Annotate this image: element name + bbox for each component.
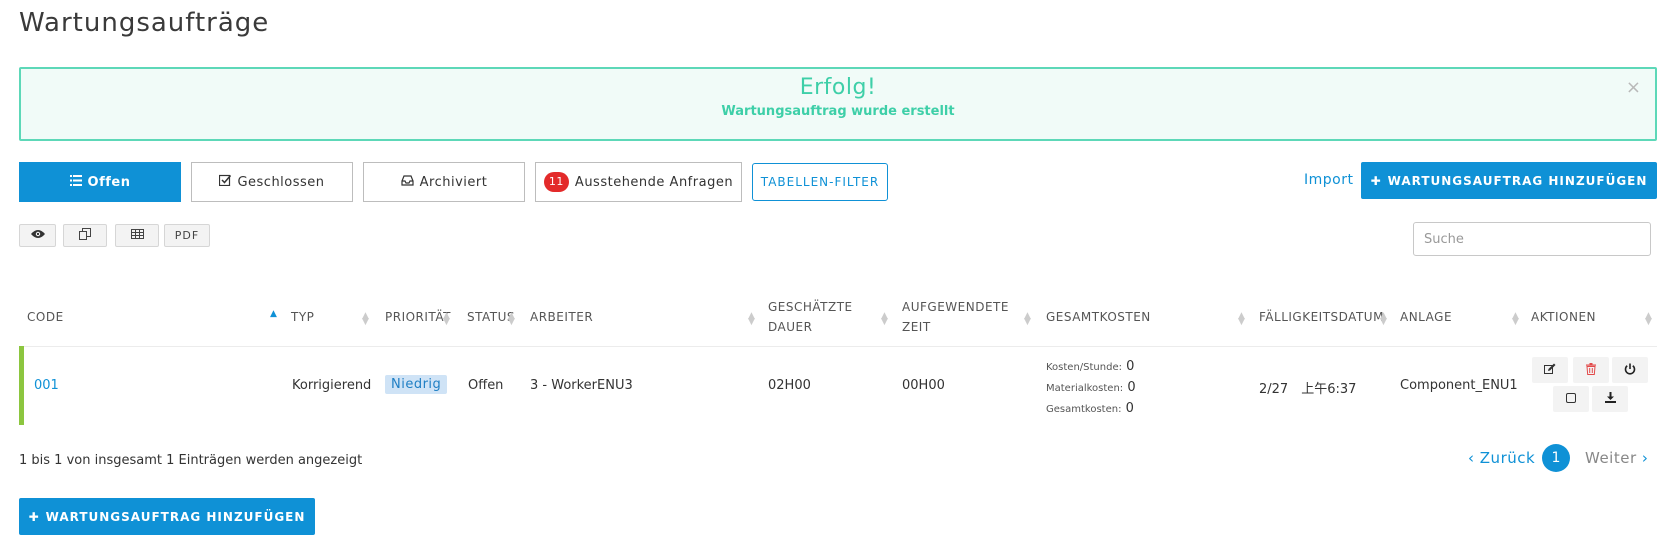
column-header-asset[interactable]: ANLAGE [1400,307,1452,327]
pagination-previous-label: Zurück [1479,449,1536,467]
success-alert: Erfolg! Wartungsauftrag wurde erstellt × [19,67,1657,141]
sort-icon[interactable]: ▲ ▼ [1238,312,1245,327]
pagination-page-1[interactable]: 1 [1542,444,1570,472]
tab-pending-label: Ausstehende Anfragen [574,174,734,190]
cell-worker: 3 - WorkerENU3 [530,378,633,393]
column-header-code[interactable]: CODE [27,307,64,327]
table-filter-button[interactable]: TABELLEN-FILTER [752,163,888,201]
plus-icon: ✚ [1370,173,1382,188]
edit-button[interactable] [1532,357,1568,383]
eye-icon [30,229,46,242]
cost-label: Gesamtkosten: [1046,404,1122,415]
add-work-order-label: WARTUNGSAUFTRAG HINZUFÜGEN [45,509,306,524]
sort-icon[interactable]: ▲ ▼ [1512,312,1519,327]
cell-spent-time: 00H00 [902,378,945,393]
column-header-priority[interactable]: PRIORITÄT [385,307,451,327]
column-header-due-date[interactable]: FÄLLIGKEITSDATUM [1259,307,1384,327]
cost-value: 0 [1126,359,1135,374]
plus-icon: ✚ [28,509,40,524]
edit-icon [1544,363,1556,378]
priority-badge: Niedrig [385,375,448,394]
column-header-actions: AKTIONEN [1531,310,1596,324]
work-order-code-link[interactable]: 001 [34,378,59,393]
sort-icon[interactable]: ▲ ▼ [1380,312,1387,327]
table-info-text: 1 bis 1 von insgesamt 1 Einträgen werden… [19,453,363,468]
cost-line: Gesamtkosten: 0 [1046,399,1136,420]
tab-closed-label: Geschlossen [237,174,325,190]
download-icon [1604,392,1616,406]
sort-icon[interactable]: ▲ ▼ [748,312,755,327]
header-line: DAUER [768,320,813,334]
sort-icon[interactable]: ▲ ▼ [881,312,888,327]
pending-count-badge: 11 [543,172,569,192]
add-work-order-label: WARTUNGSAUFTRAG HINZUFÜGEN [1387,173,1648,188]
pagination-previous[interactable]: ‹ Zurück [1468,449,1535,467]
cell-type: Korrigierend [292,378,372,393]
table-icon [130,229,144,242]
sort-icon[interactable]: ▲ ▼ [443,312,450,327]
close-order-button[interactable] [1612,357,1648,383]
pagination-next[interactable]: Weiter › [1585,449,1648,467]
search-input[interactable] [1413,222,1651,256]
trash-icon [1586,362,1596,378]
pagination-next-label: Weiter [1585,449,1637,467]
copy-button[interactable] [63,224,107,247]
cell-priority: Niedrig [385,375,448,394]
header-line: GESCHÄTZTE [768,300,853,314]
column-header-estimated-duration[interactable]: GESCHÄTZTE DAUER [768,297,853,337]
sort-icon[interactable]: ▲ ▼ [1024,312,1031,327]
alert-message: Wartungsauftrag wurde erstellt [721,104,955,119]
cell-asset: Component_ENU1 [1400,378,1518,393]
cost-line: Materialkosten: 0 [1046,378,1136,399]
status-color-bar [19,346,24,425]
tab-open-label: Offen [87,174,131,190]
cost-value: 0 [1125,401,1134,416]
chevron-left-icon: ‹ [1468,449,1475,467]
cost-value: 0 [1127,380,1136,395]
check-square-icon [219,174,232,190]
tab-pending-requests[interactable]: 11 Ausstehende Anfragen [535,162,742,202]
power-icon [1624,363,1636,378]
add-work-order-button[interactable]: ✚ WARTUNGSAUFTRAG HINZUFÜGEN [1361,162,1657,199]
cost-label: Materialkosten: [1046,383,1124,394]
alert-title: Erfolg! [799,75,877,100]
sort-asc-icon[interactable]: ▲ [270,310,277,319]
tab-open[interactable]: Offen [19,162,181,202]
inbox-icon [401,174,414,190]
csv-export-button[interactable] [115,224,159,247]
delete-button[interactable] [1573,357,1609,383]
sort-icon[interactable]: ▲ ▼ [362,312,369,327]
sort-icon[interactable]: ▲ ▼ [1645,312,1652,327]
tab-closed[interactable]: Geschlossen [191,162,353,202]
close-icon[interactable]: × [1626,77,1641,98]
archive-button[interactable] [1553,386,1589,412]
header-line: ZEIT [902,320,931,334]
cost-line: Kosten/Stunde: 0 [1046,357,1136,378]
column-visibility-button[interactable] [19,224,56,247]
cell-total-cost: Kosten/Stunde: 0 Materialkosten: 0 Gesam… [1046,357,1136,420]
cell-due-date: 2/27 上午6:37 [1259,382,1357,397]
list-icon [69,174,82,190]
cell-status: Offen [468,378,504,393]
import-link[interactable]: Import [1304,172,1353,188]
page-title: Wartungsaufträge [19,8,270,38]
chevron-right-icon: › [1641,449,1649,467]
column-header-spent-time[interactable]: AUFGEWENDETE ZEIT [902,297,1009,337]
add-work-order-bottom-button[interactable]: ✚ WARTUNGSAUFTRAG HINZUFÜGEN [19,498,315,535]
copy-icon [79,228,91,243]
header-line: AUFGEWENDETE [902,300,1009,314]
column-header-total-cost[interactable]: GESAMTKOSTEN [1046,307,1151,327]
square-icon [1566,392,1576,406]
pdf-export-button[interactable]: PDF [164,224,210,247]
header-divider [19,346,1657,347]
download-button[interactable] [1592,386,1628,412]
column-header-worker[interactable]: ARBEITER [530,307,593,327]
sort-icon[interactable]: ▲ ▼ [508,312,515,327]
tab-archived-label: Archiviert [419,174,488,190]
cost-label: Kosten/Stunde: [1046,362,1122,373]
cell-estimated-duration: 02H00 [768,378,811,393]
column-header-type[interactable]: TYP [291,307,314,327]
tab-archived[interactable]: Archiviert [363,162,525,202]
